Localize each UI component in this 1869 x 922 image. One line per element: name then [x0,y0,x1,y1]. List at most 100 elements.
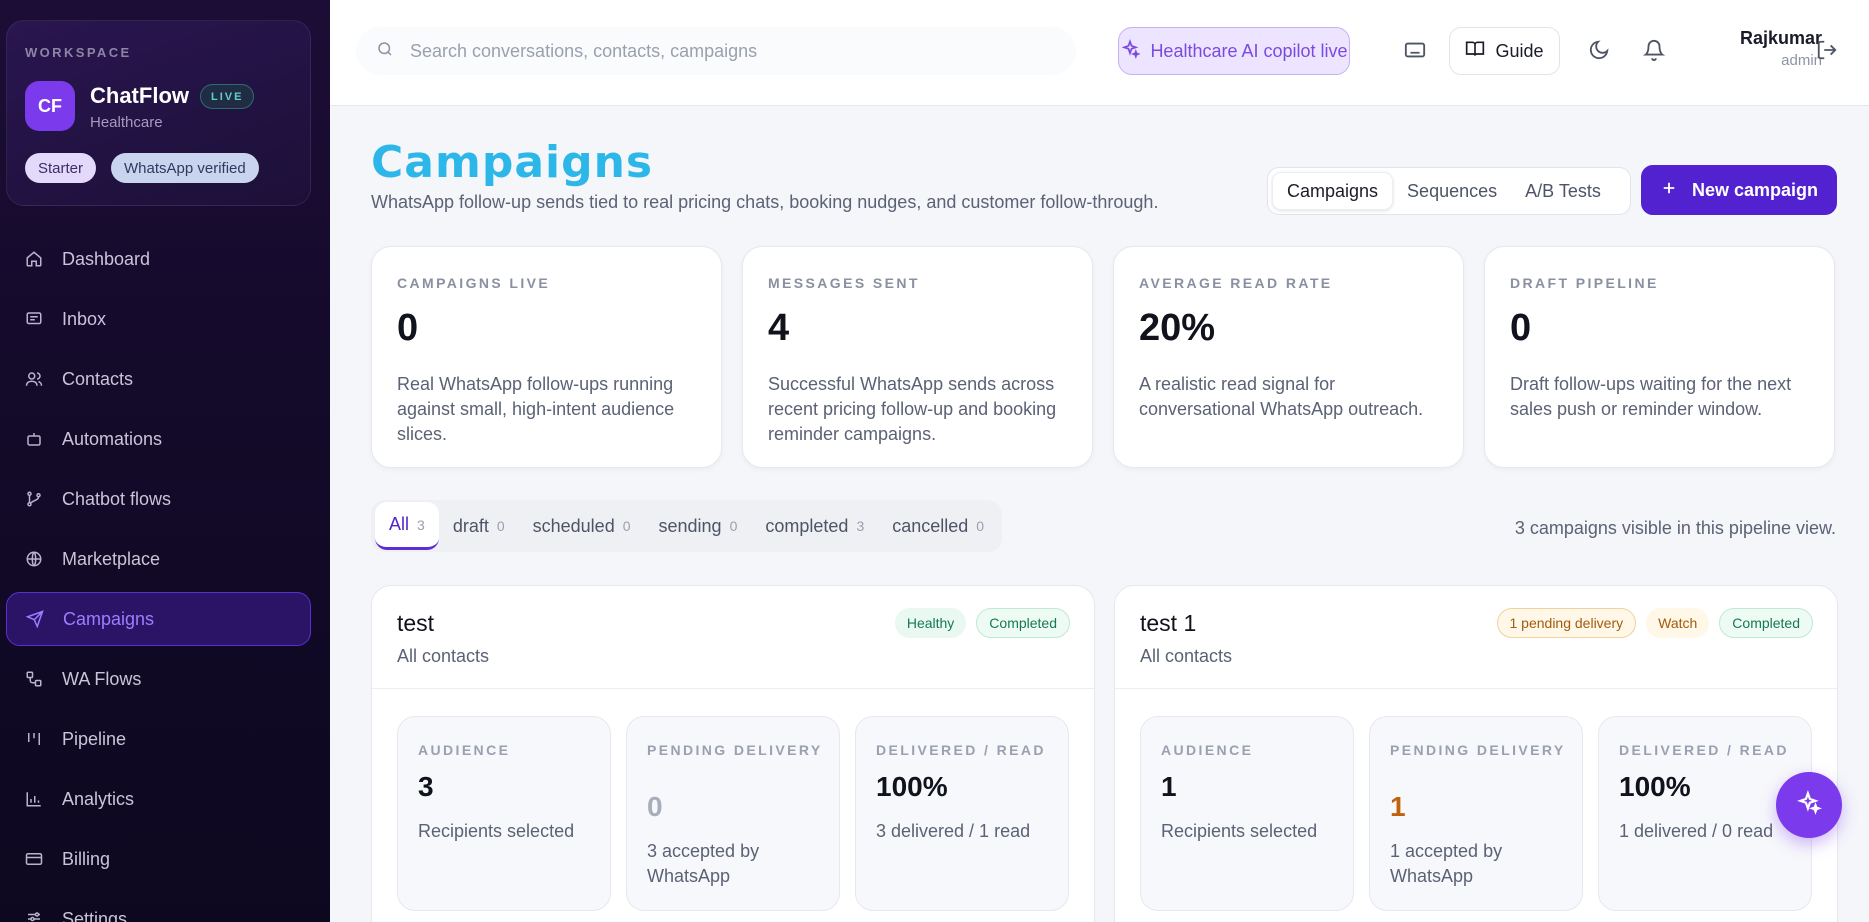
sidebar-item-label: Analytics [62,788,135,809]
bell-icon[interactable] [1642,39,1666,66]
user-name: Rajkumar [1739,28,1822,48]
sidebar-item-dashboard[interactable]: Dashboard [6,232,311,286]
page-title: Campaigns [371,137,654,188]
sidebar-item-label: Campaigns [63,608,155,629]
sidebar-item-contacts[interactable]: Contacts [6,352,311,406]
sidebar-item-analytics[interactable]: Analytics [6,772,311,826]
metric-label: PENDING DELIVERY [1390,742,1566,758]
campaign-name: test 1 [1140,610,1197,636]
ai-assistant-button[interactable] [1776,772,1842,838]
metric-description: 1 accepted by WhatsApp [1390,841,1503,886]
metric-description: 3 delivered / 1 read [876,821,1031,841]
filter-count: 0 [622,518,631,534]
filter-tab-draft[interactable]: draft 0 [439,502,519,550]
audience-metric: AUDIENCE 1 Recipients selected [1140,716,1354,911]
campaign-card[interactable]: test 1 All contacts 1 pending delivery W… [1114,585,1838,922]
stat-value: 0 [397,307,419,349]
stat-label: CAMPAIGNS LIVE [397,275,551,291]
bot-icon [24,429,44,449]
workspace-card[interactable]: WORKSPACE CF ChatFlow LIVE Healthcare St… [6,20,311,206]
settings-icon [24,909,44,922]
health-badge: Healthy [894,608,967,638]
sidebar-item-billing[interactable]: Billing [6,832,311,886]
stat-description: Draft follow-ups waiting for the next sa… [1510,374,1792,419]
sidebar: WORKSPACE CF ChatFlow LIVE Healthcare St… [0,0,330,922]
git-branch-icon [24,489,44,509]
sidebar-item-label: Pipeline [62,728,127,749]
stat-description: A realistic read signal for conversation… [1139,374,1424,419]
workflow-icon [24,669,44,689]
filter-label: draft [452,515,489,536]
status-badge: Completed [976,608,1070,638]
metric-description: 1 delivered / 0 read [1619,821,1774,841]
pending-delivery-metric: PENDING DELIVERY 0 3 accepted by WhatsAp… [626,716,840,911]
stat-card-read-rate: AVERAGE READ RATE 20% A realistic read s… [1113,246,1464,468]
filter-count: 3 [417,516,425,533]
filter-tab-scheduled[interactable]: scheduled 0 [519,502,645,550]
workspace-industry: Healthcare [90,114,163,131]
metric-description: 3 accepted by WhatsApp [647,841,760,886]
health-badge: Watch [1646,608,1710,638]
filter-tab-cancelled[interactable]: cancelled 0 [878,502,998,550]
sparkles-icon [1796,789,1822,821]
filter-count: 0 [729,518,738,534]
filter-label: completed [765,515,849,536]
guide-label: Guide [1495,40,1544,61]
filter-label: scheduled [532,515,615,536]
sidebar-item-campaigns[interactable]: Campaigns [6,592,311,646]
home-icon [24,249,44,269]
stat-label: MESSAGES SENT [768,275,920,291]
tab-campaigns[interactable]: Campaigns [1272,172,1394,210]
main-content: Campaigns WhatsApp follow-up sends tied … [330,107,1869,922]
tab-ab-tests[interactable]: A/B Tests [1511,172,1615,210]
divider [372,688,1094,689]
sidebar-item-marketplace[interactable]: Marketplace [6,532,311,586]
live-badge: LIVE [200,84,255,109]
send-icon [25,609,45,629]
status-badge: Completed [1719,608,1813,638]
search-input[interactable]: Search conversations, contacts, campaign… [410,41,757,62]
filter-tab-completed[interactable]: completed 3 [751,502,878,550]
sidebar-nav: Dashboard Inbox Contacts Automations Cha… [6,232,311,922]
guide-button[interactable]: Guide [1449,27,1560,75]
sidebar-item-settings[interactable]: Settings [6,892,311,922]
metric-value: 100% [876,771,948,802]
kanban-icon [24,729,44,749]
sidebar-item-chatbot-flows[interactable]: Chatbot flows [6,472,311,526]
filter-count: 3 [856,518,865,534]
campaign-card[interactable]: test All contacts Healthy Completed AUDI… [371,585,1095,922]
logout-icon[interactable] [1816,39,1838,66]
plus-icon [1660,179,1678,202]
copilot-button[interactable]: Healthcare AI copilot live [1118,27,1350,75]
filter-tab-sending[interactable]: sending 0 [645,502,752,550]
sidebar-item-pipeline[interactable]: Pipeline [6,712,311,766]
divider [1115,688,1837,689]
campaign-audience: All contacts [1140,646,1233,666]
globe-icon [24,549,44,569]
filter-count: 0 [976,518,985,534]
sidebar-item-wa-flows[interactable]: WA Flows [6,652,311,706]
new-campaign-button[interactable]: New campaign [1641,165,1837,215]
tab-sequences[interactable]: Sequences [1393,172,1511,210]
sidebar-item-label: Chatbot flows [62,488,172,509]
metric-value: 100% [1619,771,1691,802]
credit-card-icon [24,849,44,869]
keyboard-icon[interactable] [1404,39,1428,63]
stat-value: 4 [768,307,790,349]
sidebar-item-inbox[interactable]: Inbox [6,292,311,346]
search-bar[interactable]: Search conversations, contacts, campaign… [356,27,1076,75]
user-menu[interactable]: Rajkumar admin [1682,28,1822,69]
book-icon [1465,39,1485,64]
verified-badge: WhatsApp verified [111,153,259,183]
workspace-avatar: CF [25,81,75,131]
filter-label: sending [658,515,722,536]
filter-tab-all[interactable]: All 3 [375,502,439,550]
stat-card-draft-pipeline: DRAFT PIPELINE 0 Draft follow-ups waitin… [1484,246,1835,468]
sidebar-item-automations[interactable]: Automations [6,412,311,466]
moon-icon[interactable] [1588,39,1610,66]
audience-metric: AUDIENCE 3 Recipients selected [397,716,611,911]
topbar: Search conversations, contacts, campaign… [330,0,1869,106]
user-role: admin [1781,52,1822,69]
metric-value: 1 [1161,771,1177,802]
sidebar-item-label: Marketplace [62,548,161,569]
